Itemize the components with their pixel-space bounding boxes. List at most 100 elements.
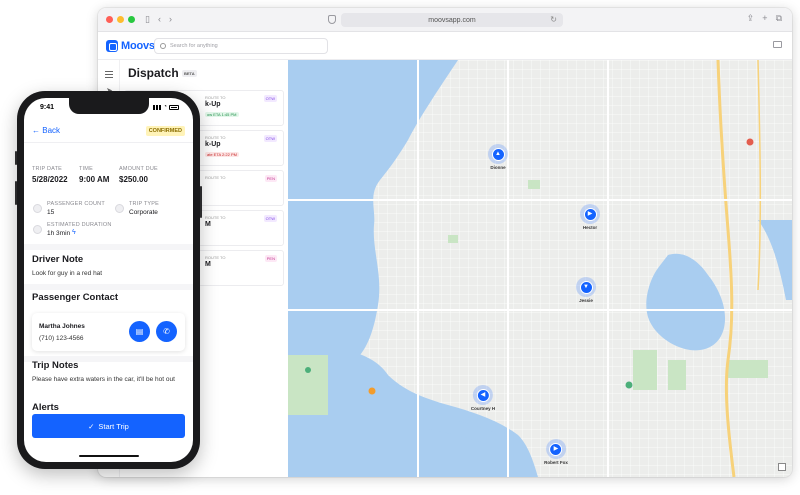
status-badge: PEN	[264, 175, 277, 182]
page-title: Dispatch	[128, 66, 179, 80]
close-window-button[interactable]	[106, 16, 113, 23]
passenger-contact-card: Martha Johnes (710) 123-4566 ▤ ✆	[32, 313, 185, 351]
share-icon[interactable]: ⇪	[747, 14, 755, 23]
driver-marker[interactable]: ▶ Hector	[580, 204, 600, 230]
trip-type-label: TRIP TYPE	[129, 201, 160, 207]
park	[728, 360, 768, 378]
browser-toolbar: ▯ ‹ › moovsapp.com ↻ ⇪ + ⧉	[98, 8, 792, 32]
time-value: 9:00 AM	[79, 175, 110, 184]
app-header: Moovs Search for anything	[98, 32, 792, 60]
check-icon: ✓	[88, 421, 95, 431]
driver-halo: ▼	[576, 277, 596, 297]
trip-card-sub: ROUTE TO	[205, 95, 226, 100]
trip-card-title: k-Up	[205, 101, 221, 108]
driver-name: Hector	[582, 225, 598, 230]
map-canvas	[288, 60, 792, 477]
maximize-window-button[interactable]	[128, 16, 135, 23]
start-trip-button[interactable]: ✓ Start Trip	[32, 414, 185, 438]
section-divider	[24, 284, 193, 290]
trip-card-sub: ROUTE TO	[205, 215, 226, 220]
passenger-count-label: PASSENGER COUNT	[47, 201, 105, 207]
trip-type-value: Corporate	[129, 209, 158, 216]
moovs-logo[interactable]: Moovs	[106, 39, 155, 52]
stage: ▯ ‹ › moovsapp.com ↻ ⇪ + ⧉ Moovs Search …	[0, 0, 800, 495]
phone-side-button	[15, 151, 17, 165]
amount-value: $250.00	[119, 175, 148, 184]
driver-marker[interactable]: ▲ Dionne	[488, 144, 508, 170]
forward-arrow-icon[interactable]: ›	[169, 15, 172, 24]
driver-marker[interactable]: ▶ Robert Fox	[544, 439, 568, 465]
tab-overview-icon[interactable]: ⧉	[776, 14, 782, 23]
fullscreen-icon[interactable]	[778, 463, 786, 471]
phone-device: 9:41 ◔ ← Back CONFIRMED TRIP DATE 5/28/2…	[15, 91, 202, 469]
minimize-window-button[interactable]	[117, 16, 124, 23]
status-icons: ◔	[153, 104, 179, 110]
park	[528, 180, 540, 189]
start-trip-label: Start Trip	[98, 421, 129, 431]
search-icon	[160, 43, 166, 49]
status-badge: PEN	[264, 255, 277, 262]
message-button[interactable]: ▤	[129, 321, 150, 342]
address-bar[interactable]: moovsapp.com ↻	[341, 13, 563, 27]
trip-card-sub: ROUTE TO	[205, 175, 226, 180]
driver-note-title: Driver Note	[32, 254, 84, 265]
duration-value: 1h 3min	[47, 230, 71, 237]
phone-side-button	[200, 186, 202, 218]
back-arrow-icon[interactable]: ‹	[158, 15, 161, 24]
back-button[interactable]: ← Back	[32, 126, 60, 135]
back-label: Back	[42, 126, 61, 135]
section-divider	[24, 244, 193, 250]
poi-pin-icon	[305, 367, 311, 373]
phone-screen: 9:41 ◔ ← Back CONFIRMED TRIP DATE 5/28/2…	[24, 98, 193, 462]
status-badge: OTW	[263, 135, 277, 142]
driver-note-text: Look for guy in a red hat	[32, 270, 103, 277]
navigation-arrow-icon: ▶	[583, 207, 597, 221]
map-view[interactable]: ▲ Dionne ▶ Hector ▼ Jessie ◀ Courtney H …	[288, 60, 792, 477]
navigation-arrow-icon: ▼	[579, 280, 593, 294]
driver-name: Robert Fox	[544, 460, 568, 465]
new-tab-icon[interactable]: +	[762, 14, 767, 23]
park	[288, 355, 328, 415]
driver-marker[interactable]: ◀ Courtney H	[471, 385, 495, 411]
contact-phone: (710) 123-4566	[39, 335, 84, 342]
driver-name: Courtney H	[470, 406, 496, 411]
duration-label: ESTIMATED DURATION	[47, 222, 112, 228]
driver-name: Jessie	[579, 298, 593, 303]
call-button[interactable]: ✆	[156, 321, 177, 342]
navigation-arrow-icon: ▶	[549, 442, 563, 456]
passenger-contact-title: Passenger Contact	[32, 292, 119, 303]
navigation-arrow-icon: ◀	[476, 388, 490, 402]
trip-card-sub: ROUTE TO	[205, 135, 226, 140]
phone-notch	[68, 98, 149, 114]
battery-icon	[169, 104, 179, 110]
search-input[interactable]: Search for anything	[154, 38, 328, 54]
poi-pin-icon	[625, 381, 633, 389]
driver-halo: ▲	[488, 144, 508, 164]
status-time: 9:41	[40, 104, 55, 111]
chat-icon[interactable]	[773, 41, 782, 48]
trip-card-eta: ow ETA 1:45 PM	[205, 112, 239, 117]
trip-card-title: M	[205, 221, 211, 228]
moovs-logo-icon	[106, 39, 118, 52]
driver-halo: ▶	[580, 204, 600, 224]
reload-icon[interactable]: ↻	[550, 15, 557, 24]
poi-pin-icon	[746, 138, 754, 146]
driver-halo: ◀	[472, 385, 493, 405]
lightning-icon: ϟ	[72, 229, 76, 236]
park	[668, 360, 686, 390]
driver-marker[interactable]: ▼ Jessie	[576, 277, 596, 303]
park	[633, 350, 657, 390]
passenger-icon	[33, 204, 42, 213]
contact-name: Martha Johnes	[39, 323, 85, 330]
alerts-title: Alerts	[32, 402, 59, 413]
phone-side-button	[15, 181, 17, 205]
driver-halo: ▶	[545, 439, 566, 459]
status-badge: CONFIRMED	[145, 126, 185, 136]
trip-notes-text: Please have extra waters in the car, it'…	[32, 376, 175, 383]
menu-icon[interactable]	[105, 71, 113, 80]
home-indicator	[78, 455, 139, 457]
amount-label: AMOUNT DUE	[119, 166, 158, 172]
address-bar-url: moovsapp.com	[428, 16, 476, 24]
privacy-shield-icon[interactable]	[328, 15, 336, 24]
sidebar-toggle-icon[interactable]: ▯	[145, 15, 150, 24]
